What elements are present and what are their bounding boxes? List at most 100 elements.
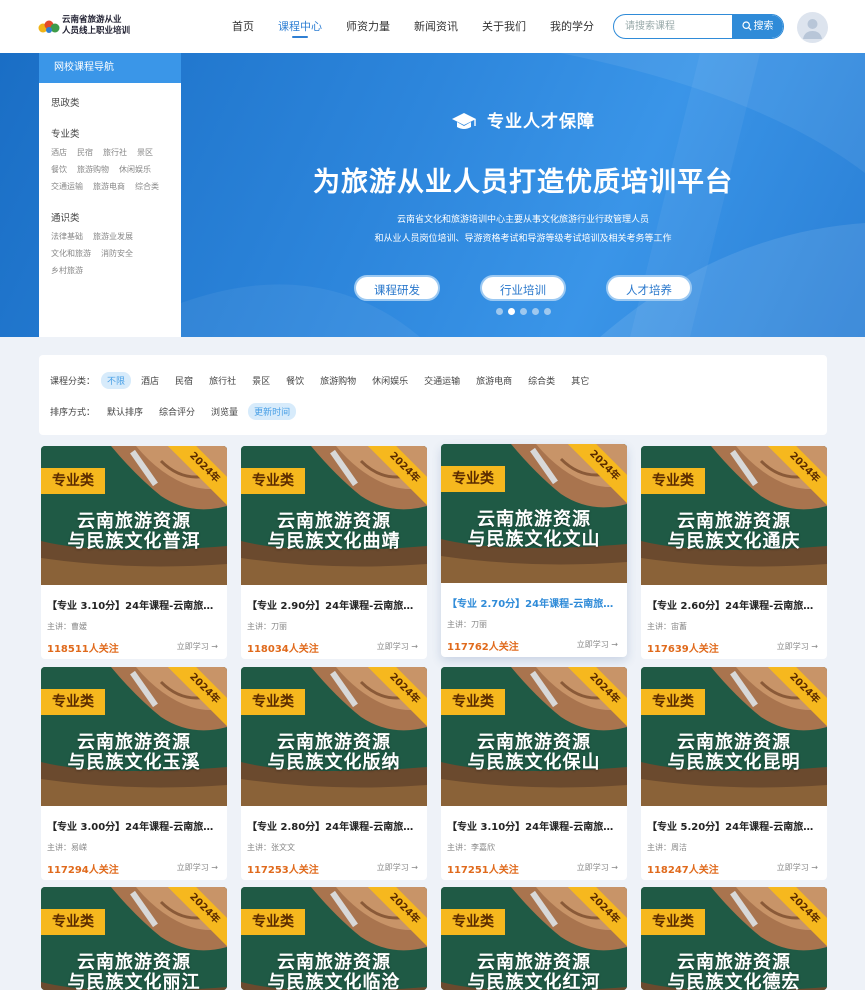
- study-now-link[interactable]: 立即学习 →: [577, 862, 618, 873]
- thumbnail-title-line-2: 与民族文化保山: [467, 752, 601, 773]
- course-title[interactable]: 【专业 2.80分】24年课程-云南旅游资源与民族文化版纳: [241, 818, 427, 833]
- course-title[interactable]: 【专业 3.10分】24年课程-云南旅游资源与民族文化保山: [441, 818, 627, 833]
- sidebar-link[interactable]: 文化和旅游: [51, 248, 91, 259]
- study-now-link[interactable]: 立即学习 →: [777, 641, 818, 652]
- site-logo[interactable]: 云南省旅游从业 人员线上职业培训: [38, 15, 138, 39]
- sort-option[interactable]: 默认排序: [101, 403, 149, 420]
- nav-course-center[interactable]: 课程中心: [278, 0, 322, 53]
- search-button[interactable]: 搜索: [732, 15, 783, 38]
- sidebar-link[interactable]: 酒店: [51, 147, 67, 158]
- course-card[interactable]: 专业类 2024年 云南旅游资源 与民族文化版纳【专业 2.80分】24年课程-云南旅…: [241, 667, 427, 880]
- sidebar-link[interactable]: 旅游业发展: [93, 231, 133, 242]
- course-thumbnail[interactable]: 专业类 2024年 云南旅游资源 与民族文化昆明: [641, 667, 827, 806]
- course-title[interactable]: 【专业 3.00分】24年课程-云南旅游资源与民族文化玉溪: [41, 818, 227, 833]
- course-card[interactable]: 专业类 2024年 云南旅游资源 与民族文化保山【专业 3.10分】24年课程-云南旅…: [441, 667, 627, 880]
- category-option[interactable]: 民宿: [169, 372, 199, 389]
- sidebar-link[interactable]: 法律基础: [51, 231, 83, 242]
- study-now-link[interactable]: 立即学习 →: [777, 862, 818, 873]
- category-option[interactable]: 交通运输: [418, 372, 466, 389]
- course-thumbnail[interactable]: 专业类 2024年 云南旅游资源 与民族文化临沧: [241, 887, 427, 990]
- course-title[interactable]: 【专业 2.90分】24年课程-云南旅游资源与民族文化曲靖: [241, 597, 427, 612]
- course-thumbnail[interactable]: 专业类 2024年 云南旅游资源 与民族文化丽江: [41, 887, 227, 990]
- nav-about[interactable]: 关于我们: [482, 0, 526, 53]
- category-option-selected[interactable]: 不限: [101, 372, 132, 389]
- category-option[interactable]: 旅游购物: [314, 372, 362, 389]
- category-option[interactable]: 景区: [246, 372, 276, 389]
- course-card[interactable]: 专业类 2024年 云南旅游资源 与民族文化临沧: [241, 887, 427, 990]
- study-now-link[interactable]: 立即学习 →: [177, 862, 218, 873]
- sort-option[interactable]: 综合评分: [153, 403, 201, 420]
- course-thumbnail[interactable]: 专业类 2024年 云南旅游资源 与民族文化普洱: [41, 446, 227, 585]
- course-thumbnail[interactable]: 专业类 2024年 云南旅游资源 与民族文化曲靖: [241, 446, 427, 585]
- sort-option[interactable]: 浏览量: [205, 403, 244, 420]
- category-option[interactable]: 旅行社: [203, 372, 242, 389]
- course-thumbnail[interactable]: 专业类 2024年 云南旅游资源 与民族文化德宏: [641, 887, 827, 990]
- study-now-link[interactable]: 立即学习 →: [577, 639, 618, 650]
- user-icon: [803, 19, 822, 39]
- sidebar-link[interactable]: 旅行社: [103, 147, 127, 158]
- category-badge: 专业类: [41, 468, 105, 494]
- carousel-dot[interactable]: [519, 308, 527, 315]
- course-thumbnail[interactable]: 专业类 2024年 云南旅游资源 与民族文化玉溪: [41, 667, 227, 806]
- carousel-dot[interactable]: [543, 308, 551, 315]
- sidebar-group-title[interactable]: 通识类: [51, 210, 181, 224]
- course-card[interactable]: 专业类 2024年 云南旅游资源 与民族文化曲靖【专业 2.90分】24年课程-云南旅…: [241, 446, 427, 659]
- sidebar-link[interactable]: 民宿: [77, 147, 93, 158]
- sidebar-link[interactable]: 休闲娱乐: [119, 164, 151, 175]
- course-rd-button[interactable]: 课程研发: [354, 275, 440, 301]
- course-teacher: 主讲：易嵘: [47, 843, 87, 852]
- category-option[interactable]: 旅游电商: [470, 372, 518, 389]
- nav-my-credits[interactable]: 我的学分: [550, 0, 594, 53]
- course-card[interactable]: 专业类 2024年 云南旅游资源 与民族文化丽江: [41, 887, 227, 990]
- course-thumbnail[interactable]: 专业类 2024年 云南旅游资源 与民族文化版纳: [241, 667, 427, 806]
- course-card[interactable]: 专业类 2024年 云南旅游资源 与民族文化文山【专业 2.70分】24年课程-云南旅…: [441, 444, 627, 657]
- sort-option-selected[interactable]: 更新时间: [248, 403, 297, 420]
- carousel-dot[interactable]: [495, 308, 503, 315]
- category-option[interactable]: 综合类: [522, 372, 561, 389]
- course-card[interactable]: 专业类 2024年 云南旅游资源 与民族文化红河: [441, 887, 627, 990]
- course-title[interactable]: 【专业 2.70分】24年课程-云南旅游资源与民族文化文山: [441, 595, 627, 610]
- nav-news[interactable]: 新闻资讯: [414, 0, 458, 53]
- course-filter-panel: 课程分类： 不限 酒店 民宿 旅行社 景区 餐饮 旅游购物 休闲娱乐 交通运输 …: [39, 355, 827, 435]
- category-option[interactable]: 其它: [565, 372, 595, 389]
- course-title[interactable]: 【专业 3.10分】24年课程-云南旅游资源与民族文化普洱: [41, 597, 227, 612]
- course-card[interactable]: 专业类 2024年 云南旅游资源 与民族文化德宏: [641, 887, 827, 990]
- course-card[interactable]: 专业类 2024年 云南旅游资源 与民族文化玉溪【专业 3.00分】24年课程-云南旅…: [41, 667, 227, 880]
- course-card[interactable]: 专业类 2024年 云南旅游资源 与民族文化通庆【专业 2.60分】24年课程-云南旅…: [641, 446, 827, 659]
- course-thumbnail[interactable]: 专业类 2024年 云南旅游资源 与民族文化红河: [441, 887, 627, 990]
- sidebar-group-title[interactable]: 思政类: [51, 95, 181, 109]
- carousel-dot[interactable]: [531, 308, 539, 315]
- course-footer: 117294人关注 立即学习 →: [41, 861, 227, 876]
- course-card[interactable]: 专业类 2024年 云南旅游资源 与民族文化普洱【专业 3.10分】24年课程-云南旅…: [41, 446, 227, 659]
- sidebar-group-title[interactable]: 专业类: [51, 126, 181, 140]
- nav-teachers[interactable]: 师资力量: [346, 0, 390, 53]
- category-option[interactable]: 休闲娱乐: [366, 372, 414, 389]
- industry-training-button[interactable]: 行业培训: [480, 275, 566, 301]
- talent-cultivation-button[interactable]: 人才培养: [606, 275, 692, 301]
- course-title[interactable]: 【专业 5.20分】24年课程-云南旅游资源与民族文化昆明: [641, 818, 827, 833]
- sidebar-link[interactable]: 旅游购物: [77, 164, 109, 175]
- carousel-dot-active[interactable]: [507, 308, 515, 315]
- sidebar-link[interactable]: 乡村旅游: [51, 265, 83, 276]
- course-thumbnail[interactable]: 专业类 2024年 云南旅游资源 与民族文化文山: [441, 444, 627, 583]
- course-thumbnail[interactable]: 专业类 2024年 云南旅游资源 与民族文化通庆: [641, 446, 827, 585]
- sidebar-link[interactable]: 旅游电商: [93, 181, 125, 192]
- sidebar-link[interactable]: 餐饮: [51, 164, 67, 175]
- course-card[interactable]: 专业类 2024年 云南旅游资源 与民族文化昆明【专业 5.20分】24年课程-云南旅…: [641, 667, 827, 880]
- search-input[interactable]: [614, 15, 734, 38]
- study-now-link[interactable]: 立即学习 →: [377, 862, 418, 873]
- user-avatar[interactable]: [797, 12, 828, 43]
- study-now-link[interactable]: 立即学习 →: [377, 641, 418, 652]
- category-option[interactable]: 酒店: [135, 372, 165, 389]
- sidebar-link[interactable]: 交通运输: [51, 181, 83, 192]
- category-option[interactable]: 餐饮: [280, 372, 310, 389]
- course-footer: 118247人关注 立即学习 →: [641, 861, 827, 876]
- sidebar-link[interactable]: 消防安全: [101, 248, 133, 259]
- sidebar-link[interactable]: 综合类: [135, 181, 159, 192]
- course-thumbnail[interactable]: 专业类 2024年 云南旅游资源 与民族文化保山: [441, 667, 627, 806]
- nav-home[interactable]: 首页: [232, 0, 254, 53]
- study-now-link[interactable]: 立即学习 →: [177, 641, 218, 652]
- sidebar-link[interactable]: 景区: [137, 147, 153, 158]
- follow-count: 118034人关注: [247, 644, 319, 655]
- course-title[interactable]: 【专业 2.60分】24年课程-云南旅游资源与民族文化通庆: [641, 597, 827, 612]
